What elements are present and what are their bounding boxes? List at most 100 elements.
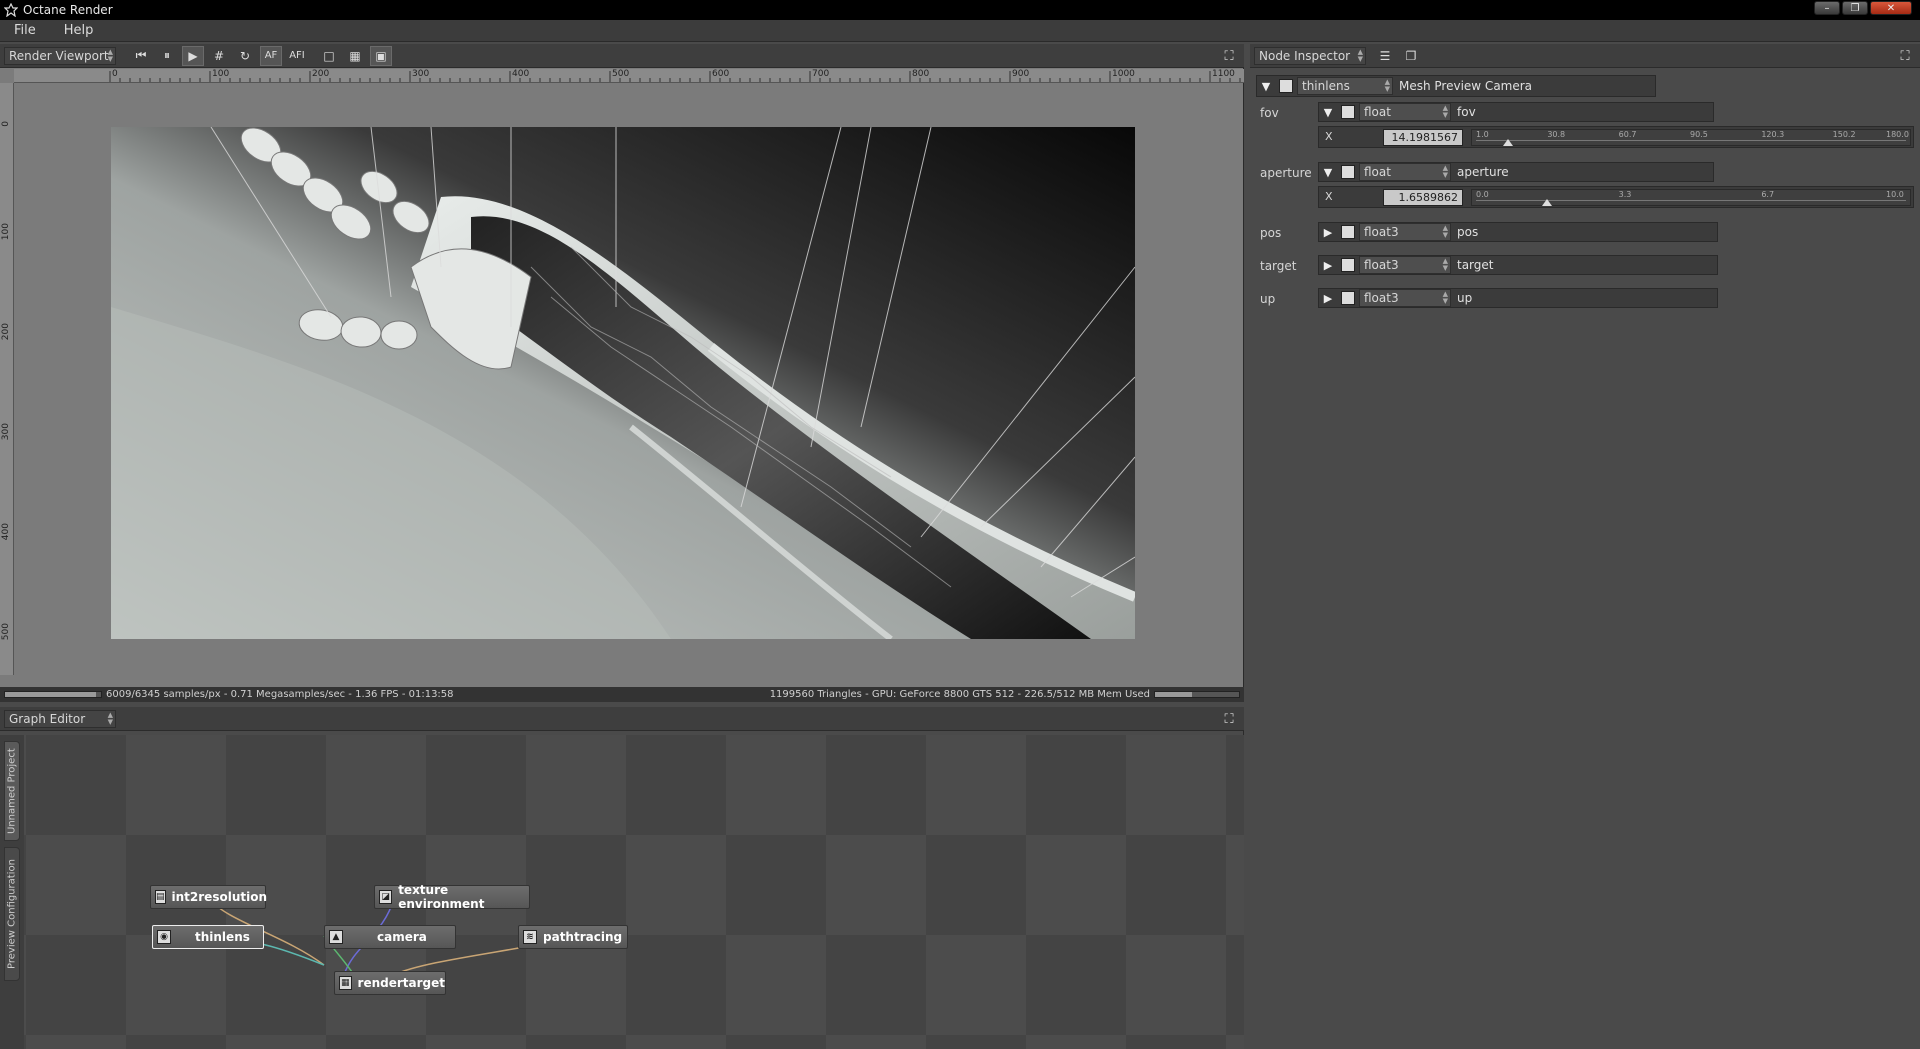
restart-render-button[interactable]: ⏮	[130, 46, 152, 66]
slider-thumb[interactable]	[1502, 139, 1513, 146]
param-edit-icon[interactable]	[1341, 258, 1355, 272]
param-edit-icon[interactable]	[1341, 165, 1355, 179]
param-type-label: float	[1364, 105, 1391, 119]
param-type-dropdown[interactable]: float3 ▲ ▼	[1359, 256, 1451, 274]
param-type-dropdown[interactable]: float ▲ ▼	[1359, 163, 1451, 181]
collapse-arrow-icon[interactable]: ▼	[1319, 106, 1337, 119]
node-pathtracing[interactable]: ≋ pathtracing	[518, 925, 628, 949]
expand-arrow-icon[interactable]: ▶	[1319, 226, 1337, 239]
recenter-icon: ↻	[239, 48, 251, 63]
node-graph-canvas[interactable]: ▤ int2resolution ◪ texture environment ◉…	[24, 735, 1244, 1049]
node-type-dropdown[interactable]: thinlens ▲ ▼	[1297, 77, 1393, 95]
param-edit-icon[interactable]	[1341, 105, 1355, 119]
slider-tick-label: 60.7	[1618, 130, 1637, 139]
autofocus-interactive-button[interactable]: AFI	[286, 46, 308, 66]
aperture-value-input[interactable]: 1.6589862	[1383, 189, 1463, 206]
memory-progress-bar	[1154, 691, 1240, 698]
grid-icon: #	[213, 48, 225, 63]
param-type-label: float	[1364, 165, 1391, 179]
close-button[interactable]: ✕	[1870, 1, 1912, 15]
graph-editor-dropdown-label: Graph Editor	[9, 711, 86, 726]
param-type-dropdown[interactable]: float ▲ ▼	[1359, 103, 1451, 121]
environment-node-icon: ◪	[379, 890, 393, 904]
pause-render-button[interactable]: ⏸	[156, 46, 178, 66]
dropdown-arrows-icon: ▲ ▼	[1357, 47, 1363, 63]
region-icon: ▣	[375, 48, 387, 63]
node-texture-environment[interactable]: ◪ texture environment	[374, 883, 530, 911]
param-up-header: ▶ float3 ▲ ▼ up	[1318, 288, 1718, 308]
slider-tick-label: 0.0	[1476, 190, 1489, 199]
node-rendertarget[interactable]: ▦ rendertarget	[334, 971, 446, 995]
tab-preview-configuration[interactable]: Preview Configuration	[4, 847, 20, 981]
slider-tick-label: 10.0	[1886, 190, 1904, 199]
autofocus-button[interactable]: AF	[260, 45, 282, 66]
resolution-node-icon: ▤	[155, 890, 166, 904]
menu-help[interactable]: Help	[50, 23, 108, 38]
node-camera[interactable]: ▲ camera	[324, 925, 456, 949]
ruler-label: 100	[212, 69, 230, 79]
restore-button[interactable]: ❐	[1842, 1, 1868, 15]
expand-arrow-icon[interactable]: ▶	[1319, 292, 1337, 305]
render-viewport-panel: Render Viewport ▲ ▼ ⏮ ⏸ ▶ # ↻ AF AFI □ ▦ …	[0, 44, 1244, 702]
grid-toggle-button[interactable]: #	[208, 46, 230, 66]
param-type-dropdown[interactable]: float3 ▲ ▼	[1359, 289, 1451, 307]
slider-thumb[interactable]	[1542, 199, 1553, 206]
param-type-label: float3	[1364, 225, 1399, 239]
node-inspector-dropdown[interactable]: Node Inspector ▲ ▼	[1254, 46, 1366, 65]
param-edit-icon[interactable]	[1341, 225, 1355, 239]
samples-progress-bar	[4, 691, 102, 698]
collapse-all-button[interactable]: ☰	[1374, 46, 1396, 66]
node-thinlens[interactable]: ◉ thinlens	[152, 925, 264, 949]
graph-editor-dropdown[interactable]: Graph Editor ▲ ▼	[4, 709, 116, 728]
node-label: int2resolution	[171, 890, 267, 904]
collapse-arrow-icon[interactable]: ▼	[1319, 166, 1337, 179]
dropdown-arrows-icon: ▲ ▼	[1442, 290, 1448, 305]
axis-label: X	[1325, 190, 1333, 203]
param-target-header: ▶ float3 ▲ ▼ target	[1318, 255, 1718, 275]
ruler-label: 800	[912, 69, 930, 79]
tab-unnamed-project[interactable]: Unnamed Project	[4, 741, 20, 841]
expand-all-button[interactable]: ❐	[1400, 46, 1422, 66]
graph-editor-toolbar: Graph Editor ▲ ▼ ⛶	[0, 707, 1244, 731]
clay-mode-button[interactable]: □	[318, 46, 340, 66]
param-name-label: up	[1457, 291, 1473, 305]
slider-tick-label: 90.5	[1690, 130, 1708, 139]
param-pos: pos ▶ float3 ▲ ▼ pos	[1250, 222, 1914, 246]
alpha-checker-button[interactable]: ▦	[344, 46, 366, 66]
ruler-horizontal: 0 100 200 300 400 500 600 700 800 900 10…	[14, 69, 1244, 83]
samples-progress-fill	[5, 692, 96, 697]
node-label: camera	[377, 930, 427, 944]
maximize-graph-editor-button[interactable]: ⛶	[1220, 710, 1238, 728]
start-render-button[interactable]: ▶	[182, 45, 204, 66]
window-title: Octane Render	[23, 3, 113, 17]
collapse-arrow-icon[interactable]: ▼	[1257, 80, 1275, 93]
maximize-viewport-button[interactable]: ⛶	[1220, 47, 1238, 65]
recenter-button[interactable]: ↻	[234, 46, 256, 66]
camera-lens-icon	[1279, 79, 1293, 93]
expand-arrow-icon[interactable]: ▶	[1319, 259, 1337, 272]
list-collapse-icon: ☰	[1379, 48, 1391, 63]
fov-value-input[interactable]: 14.1981567	[1383, 129, 1463, 146]
node-int2resolution[interactable]: ▤ int2resolution	[150, 885, 267, 909]
ruler-label: 400	[1, 523, 11, 541]
play-icon: ▶	[188, 48, 198, 63]
graph-editor-side-tabs: Unnamed Project Preview Configuration	[0, 735, 24, 1049]
aperture-slider[interactable]: 0.0 3.3 6.7 10.0	[1471, 189, 1911, 206]
param-label: aperture	[1260, 166, 1312, 180]
render-viewport-dropdown[interactable]: Render Viewport ▲ ▼	[4, 46, 116, 65]
param-edit-icon[interactable]	[1341, 291, 1355, 305]
ruler-label: 500	[612, 69, 630, 79]
param-target: target ▶ float3 ▲ ▼ target	[1250, 255, 1914, 279]
param-type-label: float3	[1364, 291, 1399, 305]
slider-tick-label: 120.3	[1761, 130, 1785, 139]
render-output-image[interactable]	[111, 127, 1135, 639]
menu-file[interactable]: File	[0, 23, 50, 38]
param-type-dropdown[interactable]: float3 ▲ ▼	[1359, 223, 1451, 241]
region-button[interactable]: ▣	[370, 45, 392, 66]
param-up: up ▶ float3 ▲ ▼ up	[1250, 288, 1914, 312]
list-expand-icon: ❐	[1405, 48, 1417, 63]
param-pos-header: ▶ float3 ▲ ▼ pos	[1318, 222, 1718, 242]
maximize-inspector-button[interactable]: ⛶	[1896, 47, 1914, 65]
minimize-button[interactable]: –	[1814, 1, 1840, 15]
fov-slider[interactable]: 1.0 30.8 60.7 90.5 120.3 150.2 180.0	[1471, 129, 1911, 146]
